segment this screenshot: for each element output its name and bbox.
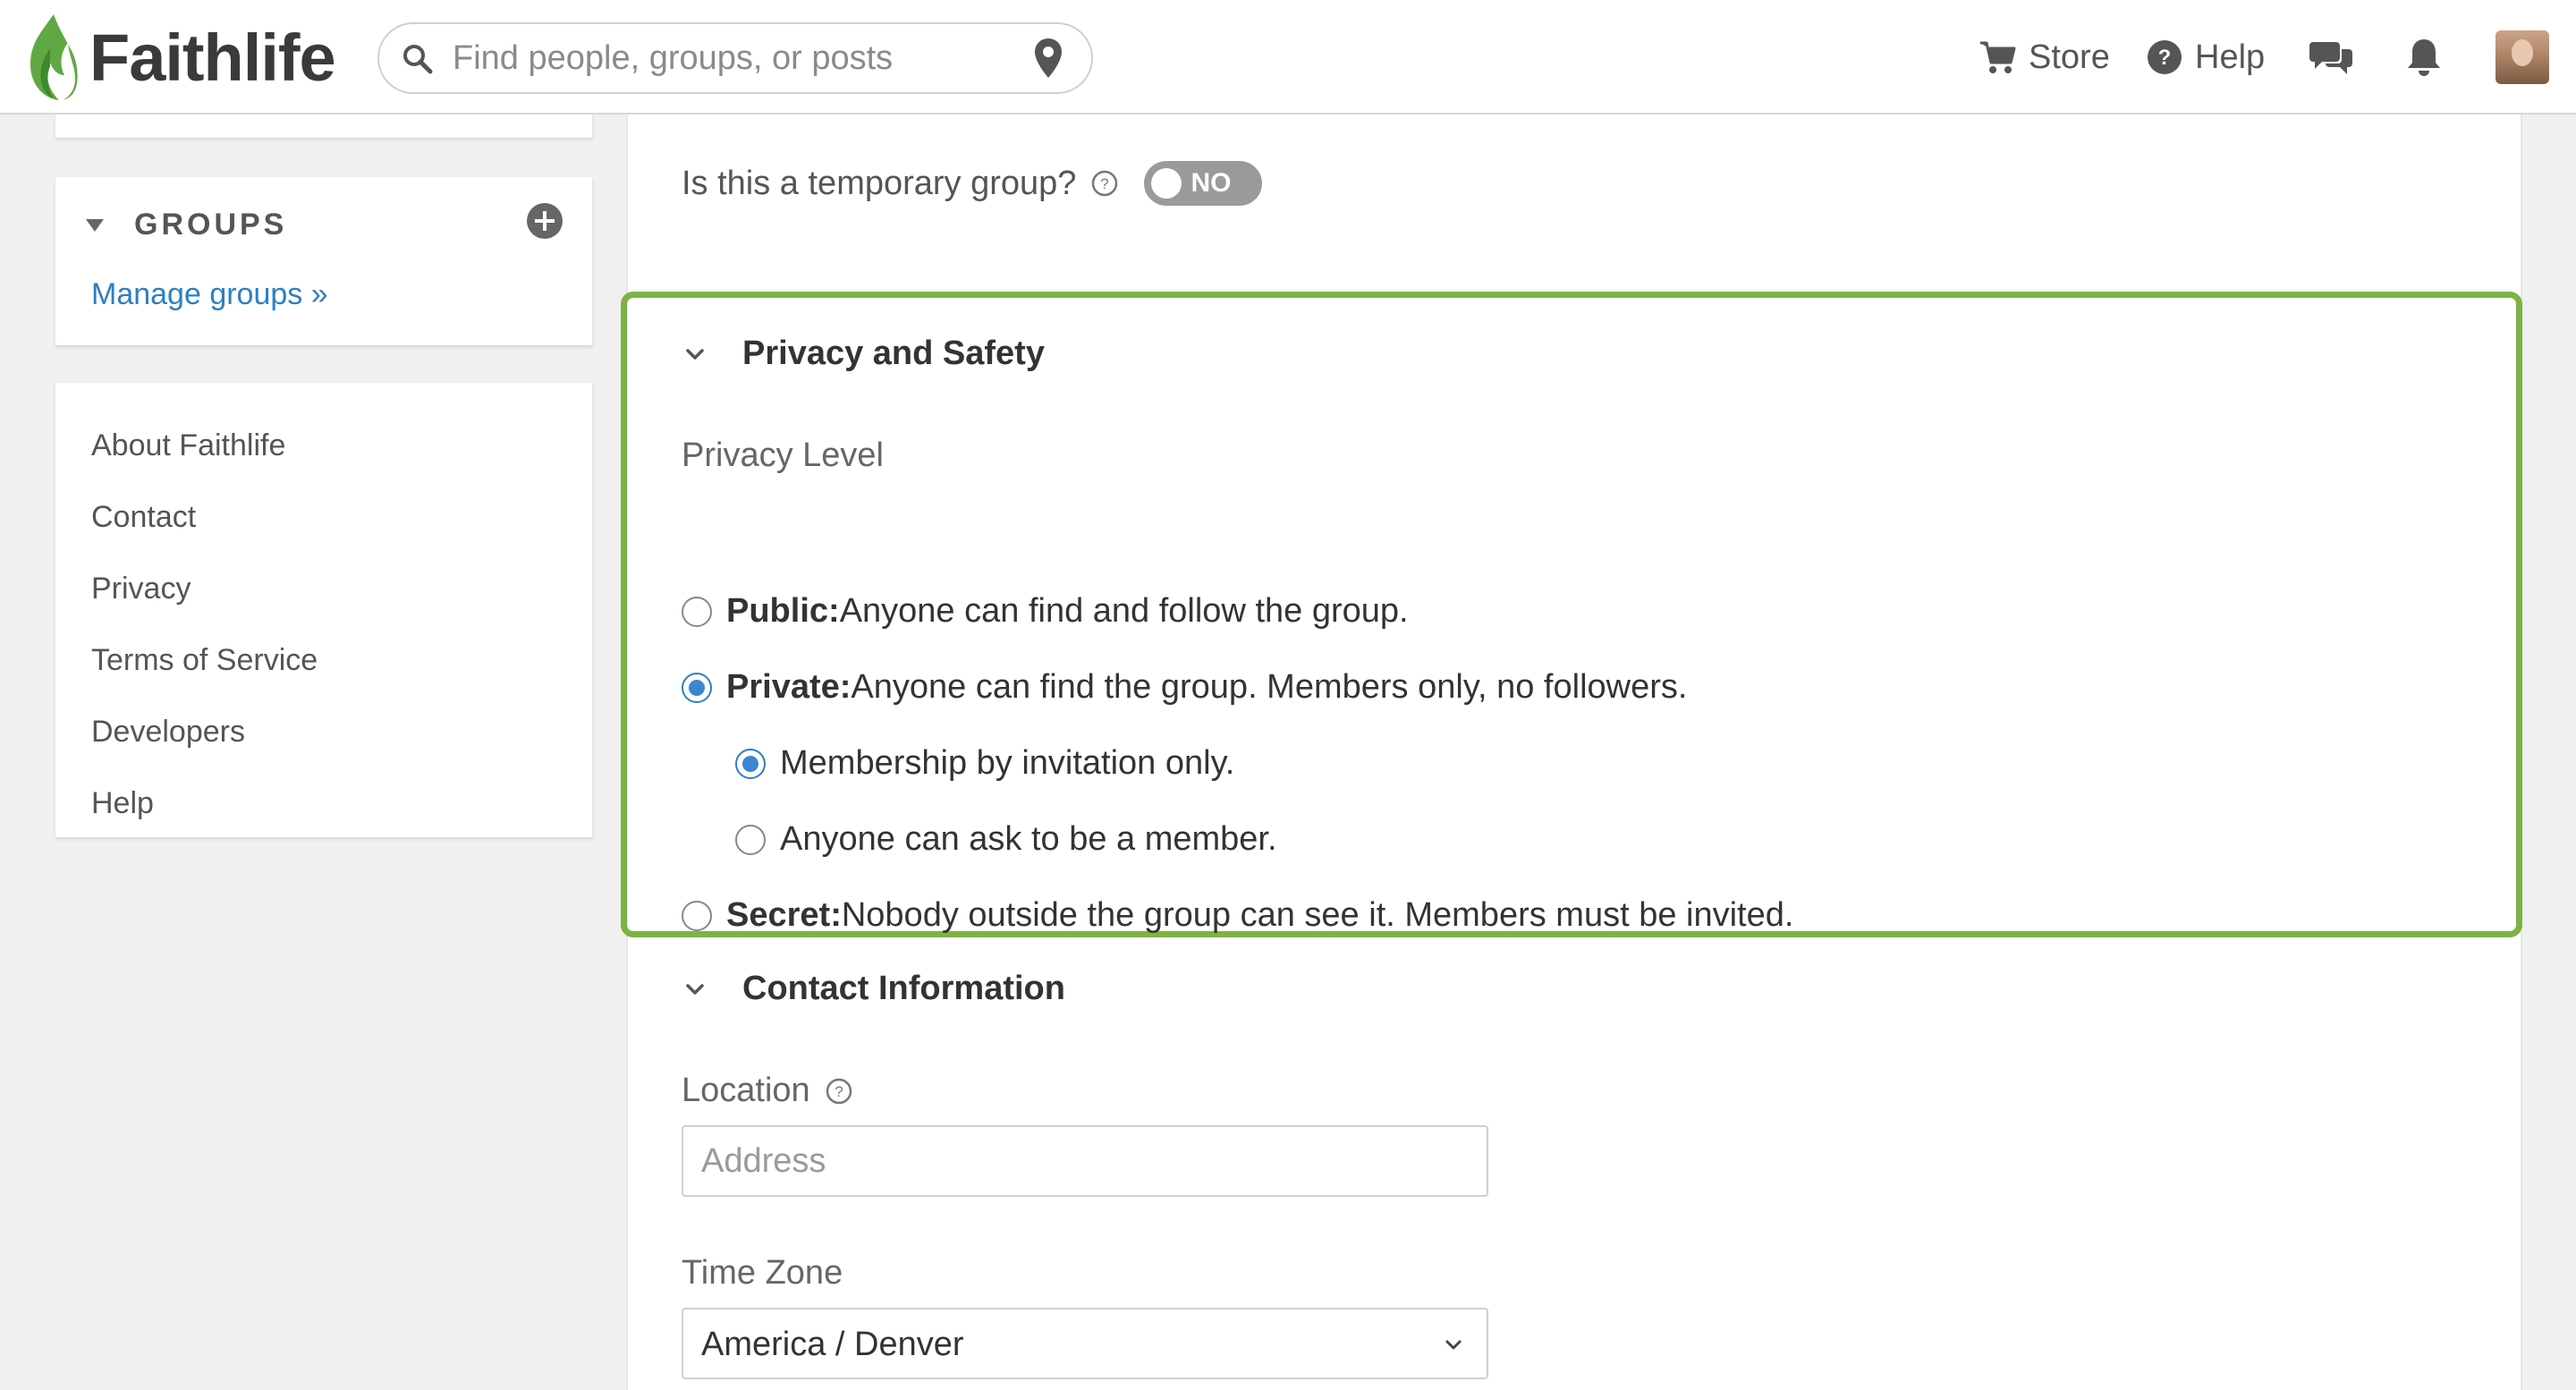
store-label: Store (2029, 38, 2110, 76)
search-icon (403, 45, 433, 74)
privacy-level-label: Privacy Level (682, 436, 884, 474)
membership-option-invitation[interactable]: Membership by invitation only. (735, 744, 1234, 783)
address-input[interactable] (682, 1125, 1488, 1197)
footer-links-card: About Faithlife Contact Privacy Terms of… (55, 383, 592, 837)
store-link[interactable]: Store (1979, 0, 2110, 114)
top-navigation-bar: Faithlife Store ? Help (0, 0, 2576, 114)
secret-option-title: Secret: (726, 896, 842, 934)
footer-link-contact[interactable]: Contact (91, 481, 318, 553)
groups-card: GROUPS Manage groups » (55, 177, 592, 345)
privacy-option-secret[interactable]: Secret: Nobody outside the group can see… (682, 896, 1793, 935)
footer-links-list: About Faithlife Contact Privacy Terms of… (91, 410, 318, 839)
privacy-section-header[interactable]: Privacy and Safety (683, 335, 1045, 373)
search-bar[interactable] (377, 22, 1093, 94)
secret-option-desc: Nobody outside the group can see it. Mem… (841, 896, 1794, 934)
temporary-group-label: Is this a temporary group? (682, 164, 1077, 202)
location-label: Location ? (682, 1072, 853, 1110)
private-option-title: Private: (726, 668, 852, 706)
group-settings-panel: Is this a temporary group? ? NO Privacy … (621, 114, 2522, 1390)
ask-to-join-radio[interactable] (735, 824, 766, 855)
footer-link-privacy[interactable]: Privacy (91, 553, 318, 624)
contact-section-title: Contact Information (742, 970, 1065, 1007)
toggle-knob (1151, 168, 1182, 199)
footer-link-about[interactable]: About Faithlife (91, 410, 318, 481)
public-option-title: Public: (726, 592, 840, 630)
temporary-group-toggle[interactable]: NO (1144, 161, 1263, 206)
user-avatar-button[interactable] (2496, 0, 2549, 114)
sidebar-top-card (55, 114, 592, 138)
location-label-text: Location (682, 1072, 810, 1109)
privacy-option-public[interactable]: Public: Anyone can find and follow the g… (682, 592, 1409, 631)
public-radio[interactable] (682, 596, 712, 627)
caret-down-icon (86, 218, 104, 232)
chevron-down-icon (686, 348, 704, 360)
timezone-label: Time Zone (682, 1254, 843, 1292)
footer-link-help[interactable]: Help (91, 767, 318, 839)
toggle-state-label: NO (1191, 168, 1232, 198)
shopping-cart-icon (1980, 41, 2016, 73)
invitation-only-radio[interactable] (735, 748, 766, 779)
groups-header[interactable]: GROUPS (86, 208, 287, 242)
question-circle-icon[interactable]: ? (1090, 169, 1119, 198)
svg-text:?: ? (1101, 175, 1109, 192)
ask-to-join-label: Anyone can ask to be a member. (780, 820, 1277, 858)
avatar (2496, 30, 2549, 84)
svg-text:?: ? (2158, 46, 2172, 70)
search-input[interactable] (453, 38, 1007, 78)
question-circle-icon[interactable]: ? (825, 1077, 853, 1106)
messages-button[interactable] (2309, 0, 2352, 114)
contact-section-header[interactable]: Contact Information (683, 970, 1065, 1008)
bell-icon (2408, 39, 2440, 76)
timezone-select[interactable]: America / Denver (682, 1308, 1488, 1379)
privacy-option-private[interactable]: Private: Anyone can find the group. Memb… (682, 668, 1687, 707)
manage-groups-link[interactable]: Manage groups » (91, 277, 328, 312)
private-option-desc: Anyone can find the group. Members only,… (851, 668, 1688, 706)
footer-link-terms[interactable]: Terms of Service (91, 624, 318, 696)
secret-radio[interactable] (682, 900, 712, 931)
location-pin-icon[interactable] (1032, 37, 1064, 80)
logo-wordmark: Faithlife (89, 20, 336, 95)
chevron-down-icon (1445, 1340, 1462, 1350)
timezone-selected-value: America / Denver (701, 1326, 964, 1363)
help-link[interactable]: ? Help (2147, 0, 2265, 114)
help-label: Help (2195, 38, 2266, 76)
temporary-group-row: Is this a temporary group? ? NO (682, 161, 1263, 206)
privacy-section-title: Privacy and Safety (742, 335, 1045, 372)
faithlife-logo[interactable]: Faithlife (23, 9, 336, 106)
svg-text:?: ? (835, 1083, 843, 1100)
chevron-down-icon (686, 983, 704, 995)
help-circle-icon: ? (2148, 40, 2182, 74)
footer-link-developers[interactable]: Developers (91, 696, 318, 767)
private-radio[interactable] (682, 672, 712, 703)
groups-title: GROUPS (134, 208, 288, 242)
notifications-button[interactable] (2406, 0, 2442, 114)
flame-logo-icon (30, 14, 78, 100)
membership-option-ask[interactable]: Anyone can ask to be a member. (735, 820, 1277, 859)
add-group-plus-icon[interactable] (526, 202, 564, 240)
invitation-only-label: Membership by invitation only. (780, 744, 1235, 782)
chat-bubbles-icon (2309, 42, 2352, 74)
public-option-desc: Anyone can find and follow the group. (839, 592, 1409, 630)
